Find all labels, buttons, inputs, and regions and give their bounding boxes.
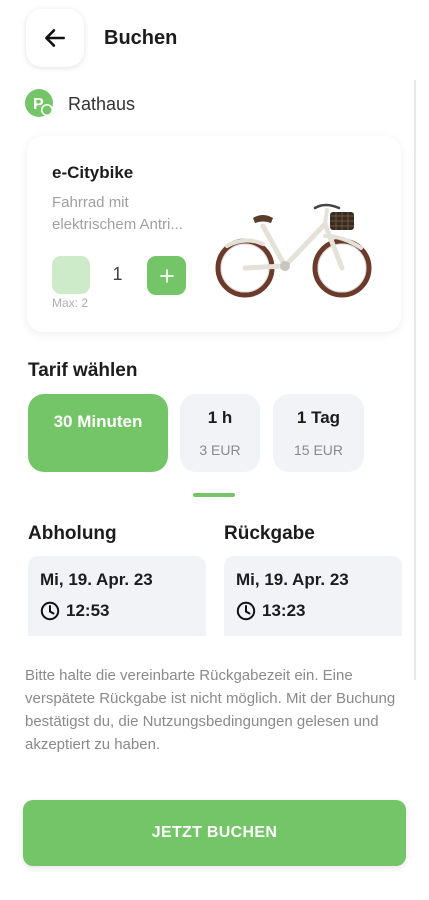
tariff-label: 30 Minuten — [53, 412, 143, 431]
city-bike-image — [215, 203, 372, 298]
page-title: Buchen — [104, 27, 178, 49]
clock-icon — [40, 601, 60, 621]
tariff-price: 3 EUR — [199, 442, 241, 458]
booking-notice: Bitte halte die vereinbarte Rückgabezeit… — [25, 667, 396, 753]
pickup-time-row: 12:53 — [40, 601, 109, 621]
book-now-button[interactable]: JETZT BUCHEN — [23, 800, 406, 866]
quantity-value: 1 — [112, 264, 123, 284]
tariff-option-30min[interactable]: 30 Minuten — [28, 394, 168, 472]
pickup-date: Mi, 19. Apr. 23 — [40, 570, 153, 589]
max-quantity-label: Max: 2 — [52, 296, 89, 310]
pickup-time: 12:53 — [66, 601, 110, 620]
tariff-label: 1 Tag — [296, 408, 341, 427]
vehicle-card: e-Citybike Fahrrad mit elektrischem Antr… — [27, 136, 401, 332]
tariff-label: 1 h — [207, 408, 233, 427]
pickup-title: Abholung — [28, 523, 117, 544]
pickup-datetime-field[interactable]: Mi, 19. Apr. 23 12:53 — [28, 556, 206, 636]
return-date: Mi, 19. Apr. 23 — [236, 570, 349, 589]
back-button[interactable] — [26, 9, 84, 67]
station-name: Rathaus — [68, 93, 136, 114]
scroll-indicator — [193, 493, 235, 497]
return-title: Rückgabe — [224, 523, 315, 544]
tariff-option-1h[interactable]: 1 h 3 EUR — [180, 394, 260, 472]
tariff-option-1day[interactable]: 1 Tag 15 EUR — [273, 394, 364, 472]
increase-quantity-button[interactable] — [147, 256, 186, 295]
vehicle-description: Fahrrad mit elektrischem Antri... — [52, 194, 183, 233]
vehicle-name: e-Citybike — [52, 163, 134, 182]
decrease-quantity-button[interactable] — [52, 256, 90, 294]
station-row: P Rathaus — [24, 88, 135, 120]
divider — [414, 80, 416, 680]
return-time-row: 13:23 — [236, 601, 305, 621]
header: Buchen — [0, 0, 429, 80]
clock-icon — [236, 601, 256, 621]
parking-station-icon: P — [24, 88, 56, 120]
arrow-left-icon — [45, 29, 65, 47]
return-time: 13:23 — [262, 601, 306, 620]
tariff-price: 15 EUR — [293, 442, 344, 458]
quantity-stepper: 1 — [52, 256, 192, 296]
plus-icon — [159, 268, 174, 283]
tariff-section-title: Tarif wählen — [28, 360, 138, 381]
return-datetime-field[interactable]: Mi, 19. Apr. 23 13:23 — [224, 556, 402, 636]
